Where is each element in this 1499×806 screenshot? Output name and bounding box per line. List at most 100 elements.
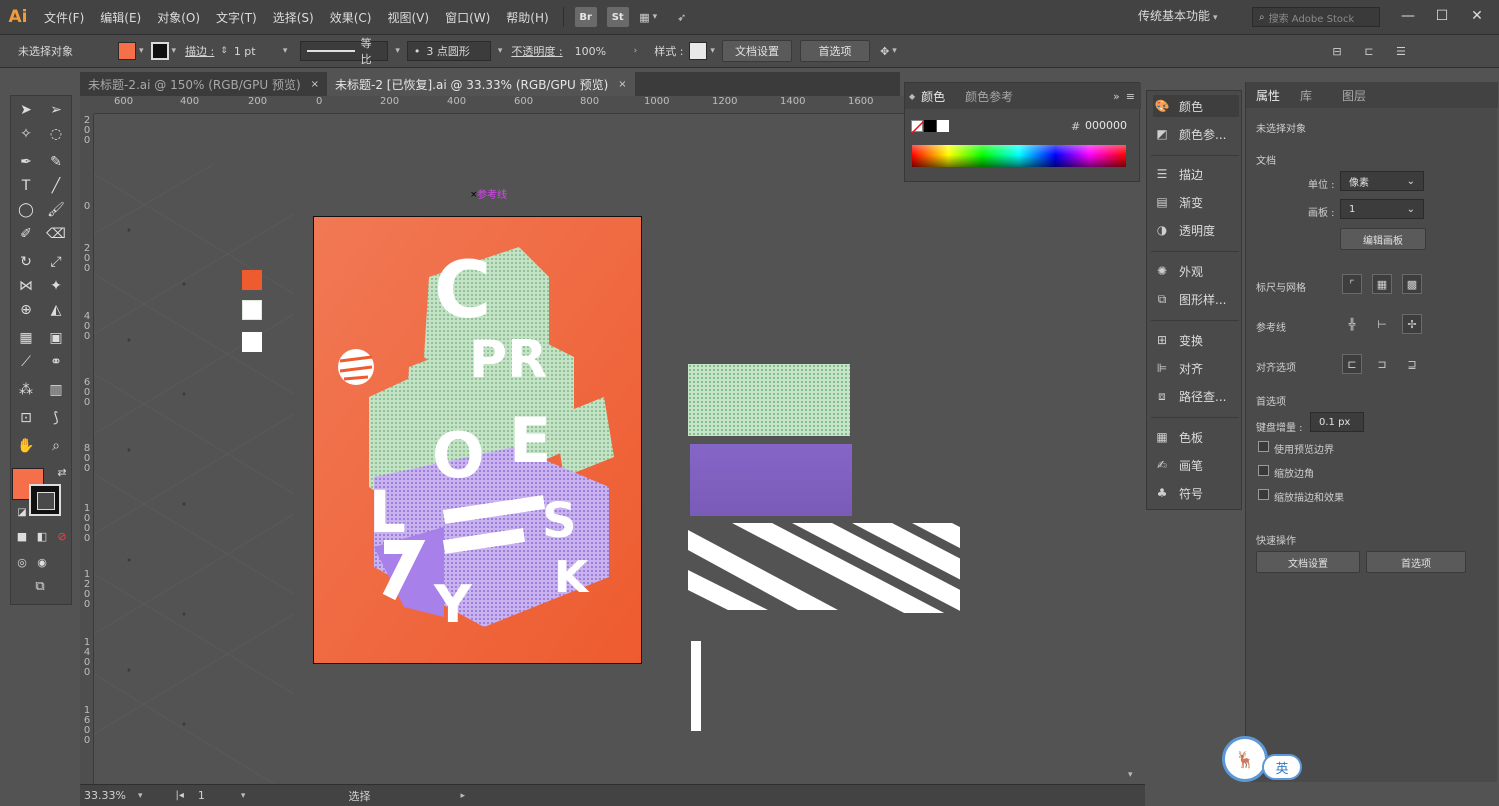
maximize-button[interactable]: ☐ xyxy=(1428,5,1456,27)
symbol-sprayer-icon[interactable]: ⁂ xyxy=(15,380,37,400)
blend-tool-icon[interactable]: ⚭ xyxy=(45,352,67,372)
diagonal-stripe-pattern[interactable] xyxy=(688,520,968,615)
dock-item-transparency[interactable]: ◑ 透明度 xyxy=(1153,219,1239,241)
chevron-down-icon[interactable]: ▾ xyxy=(139,46,144,56)
draw-mode-icon[interactable]: ◎ xyxy=(11,552,33,572)
close-window-button[interactable]: ✕ xyxy=(1463,5,1491,27)
stroke-label[interactable]: 描边 : xyxy=(185,43,214,59)
preview-bounds-checkbox[interactable] xyxy=(1258,441,1269,452)
dock-item-pathfinder[interactable]: ⧈ 路径查... xyxy=(1153,385,1239,407)
menu-file[interactable]: 文件(F) xyxy=(36,9,92,26)
transform-icon[interactable]: ⊏ xyxy=(1358,41,1380,61)
chevron-right-icon[interactable]: ▸ xyxy=(460,791,465,801)
preferences-button[interactable]: 首选项 xyxy=(799,40,870,62)
draw-behind-icon[interactable]: ◉ xyxy=(31,552,53,572)
keyboard-increment-input[interactable]: 0.1 px xyxy=(1310,412,1364,432)
fill-color-swatch[interactable] xyxy=(118,42,136,60)
dock-item-swatches[interactable]: ▦ 色板 xyxy=(1153,426,1239,448)
lock-guides-icon[interactable]: ⊢ xyxy=(1372,314,1392,334)
puppet-warp-tool-icon[interactable]: ✦ xyxy=(45,276,67,296)
opacity-label[interactable]: 不透明度 : xyxy=(511,43,562,59)
selection-tool-icon[interactable]: ➤ xyxy=(15,100,37,120)
close-icon[interactable]: × xyxy=(311,79,319,90)
tab-libraries[interactable]: 库 xyxy=(1290,87,1322,104)
stroke-stepper-icon[interactable]: ⇕ xyxy=(220,46,228,56)
snap-to-grid-icon[interactable]: ⊒ xyxy=(1402,354,1422,374)
scale-corners-checkbox[interactable] xyxy=(1258,465,1269,476)
gpu-performance-icon[interactable]: ➶ xyxy=(671,7,693,27)
canvas[interactable]: × 参考线 C PR O E L S K Y ▾ xyxy=(94,114,1144,784)
mesh-tool-icon[interactable]: ▦ xyxy=(15,328,37,348)
stock-icon[interactable]: St xyxy=(606,7,629,27)
quick-preferences-button[interactable]: 首选项 xyxy=(1366,551,1466,573)
input-method-badge[interactable]: 🦌 英 xyxy=(1222,736,1304,782)
artboard-tool-icon[interactable]: ⊡ xyxy=(15,408,37,428)
snap-to-point-icon[interactable]: ⊏ xyxy=(1342,354,1362,374)
stroke-profile-dropdown[interactable]: 等比 xyxy=(300,37,389,66)
chevron-down-icon[interactable]: ▾ xyxy=(710,46,715,56)
white-bar-shape[interactable] xyxy=(691,641,701,731)
chevron-right-icon[interactable]: › xyxy=(634,46,638,56)
chevron-down-icon[interactable]: ▾ xyxy=(241,791,246,801)
magic-wand-icon[interactable]: ✧ xyxy=(15,124,37,144)
rotate-tool-icon[interactable]: ↻ xyxy=(15,252,37,272)
show-guides-icon[interactable]: ╬ xyxy=(1342,314,1362,334)
horizontal-ruler[interactable]: 600 400 200 0 200 400 600 800 1000 1200 … xyxy=(94,96,904,114)
puppet-warp-icon[interactable]: ✥ ▾ xyxy=(879,41,901,61)
type-tool-icon[interactable]: T xyxy=(15,176,37,196)
gradient-tool-icon[interactable]: ▣ xyxy=(45,328,67,348)
quick-document-setup-button[interactable]: 文档设置 xyxy=(1256,551,1360,573)
purple-pattern-swatch[interactable] xyxy=(690,444,852,516)
tab-document-2[interactable]: 未标题-2 [已恢复].ai @ 33.33% (RGB/GPU 预览) × xyxy=(327,72,635,96)
chevron-down-icon[interactable]: ▾ xyxy=(283,46,288,56)
stock-search-input[interactable]: ⌕ 搜索 Adobe Stock xyxy=(1252,7,1380,27)
arrange-documents-icon[interactable]: ▦ ▾ xyxy=(639,7,661,27)
color-swatch-white[interactable] xyxy=(242,300,262,320)
opacity-value[interactable]: 100% xyxy=(575,45,625,58)
dock-item-gradient[interactable]: ▤ 渐变 xyxy=(1153,191,1239,213)
dock-item-graphic-styles[interactable]: ⧉ 图形样... xyxy=(1153,288,1239,310)
dock-item-symbols[interactable]: ♣ 符号 xyxy=(1153,482,1239,504)
dock-item-color-guide[interactable]: ◩ 颜色参... xyxy=(1153,123,1239,145)
graphic-style-swatch[interactable] xyxy=(689,42,708,60)
document-setup-button[interactable]: 文档设置 xyxy=(721,40,792,62)
scale-strokes-checkbox[interactable] xyxy=(1258,489,1269,500)
stroke-weight-value[interactable]: 1 pt xyxy=(234,45,274,58)
artboard[interactable]: C PR O E L S K Y xyxy=(313,216,642,664)
width-tool-icon[interactable]: ⋈ xyxy=(15,276,37,296)
chevron-down-icon[interactable]: ▾ xyxy=(172,46,177,56)
chevron-down-icon[interactable]: ▾ xyxy=(395,46,400,56)
color-mode-icon[interactable]: ■ xyxy=(11,526,33,546)
shape-builder-icon[interactable]: ⊕ xyxy=(15,300,37,320)
color-swatch-white-2[interactable] xyxy=(242,332,262,352)
curvature-tool-icon[interactable]: ✎ xyxy=(45,152,67,172)
pen-tool-icon[interactable]: ✒ xyxy=(15,152,37,172)
dock-item-appearance[interactable]: ✺ 外观 xyxy=(1153,260,1239,282)
stroke-color-box[interactable] xyxy=(29,484,61,516)
slice-tool-icon[interactable]: ⟆ xyxy=(45,408,67,428)
ellipse-tool-icon[interactable]: ◯ xyxy=(15,200,37,220)
dock-item-transform[interactable]: ⊞ 变换 xyxy=(1153,329,1239,351)
panel-menu-icon[interactable]: ☰ xyxy=(1390,41,1412,61)
grid-icon[interactable]: ▦ xyxy=(1372,274,1392,294)
menu-select[interactable]: 选择(S) xyxy=(265,9,322,26)
vertical-ruler[interactable]: 200 0 200 400 600 800 1000 1200 1400 160… xyxy=(80,114,94,784)
lasso-icon[interactable]: ◌ xyxy=(45,124,67,144)
smart-guides-icon[interactable]: ✢ xyxy=(1402,314,1422,334)
eyedropper-icon[interactable]: ⟋ xyxy=(15,352,37,372)
color-spectrum[interactable] xyxy=(912,145,1126,167)
dock-item-stroke[interactable]: ☰ 描边 xyxy=(1153,163,1239,185)
panel-menu-icon[interactable]: ≡ xyxy=(1126,90,1135,103)
color-swatch-orange[interactable] xyxy=(242,270,262,290)
menu-edit[interactable]: 编辑(E) xyxy=(92,9,149,26)
tab-document-1[interactable]: 未标题-2.ai @ 150% (RGB/GPU 预览) × xyxy=(80,72,327,96)
green-dot-pattern-swatch[interactable] xyxy=(688,364,858,444)
first-artboard-icon[interactable]: |◂ xyxy=(176,790,184,801)
menu-window[interactable]: 窗口(W) xyxy=(437,9,498,26)
minimize-button[interactable]: — xyxy=(1394,5,1422,27)
ruler-icon[interactable]: ⌜ xyxy=(1342,274,1362,294)
stroke-color-swatch[interactable] xyxy=(150,42,169,60)
none-swatch-icon[interactable] xyxy=(911,120,925,134)
zoom-tool-icon[interactable]: ⌕ xyxy=(45,436,67,456)
paintbrush-icon[interactable]: 🖌 xyxy=(45,200,67,220)
